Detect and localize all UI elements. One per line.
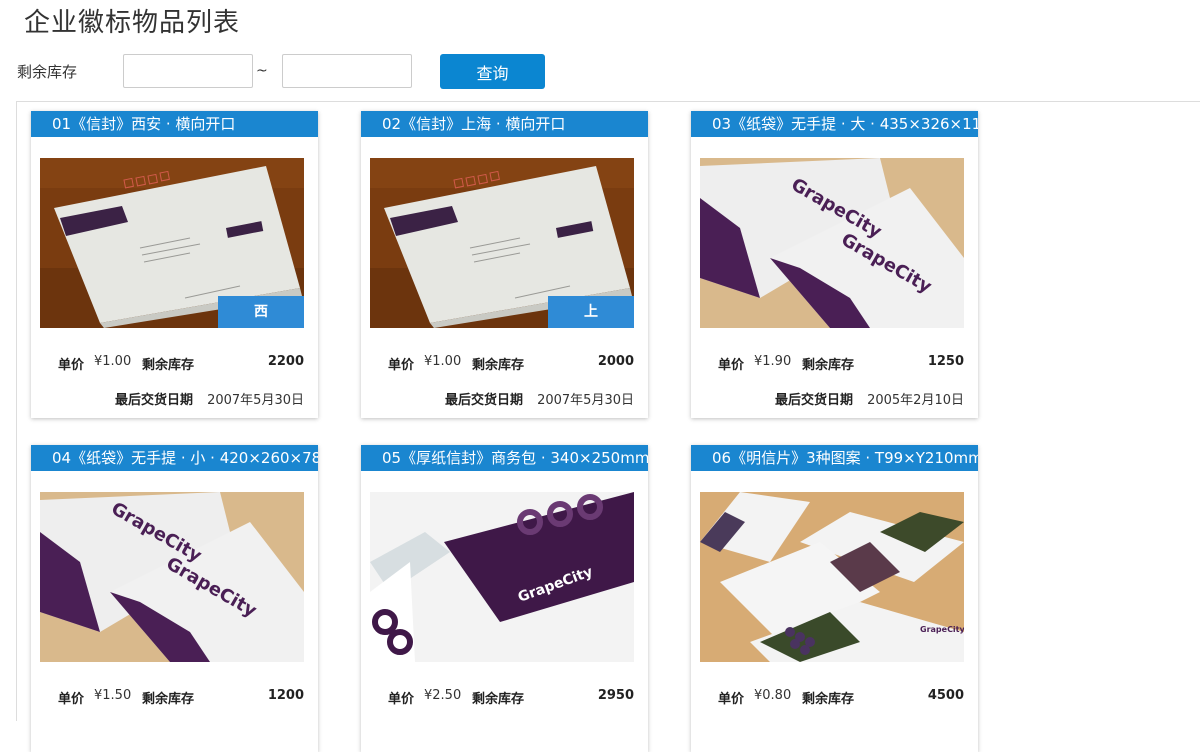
product-card[interactable]: 03《纸袋》无手提 · 大 · 435×326×11 GrapeCity Gra…	[691, 111, 978, 418]
product-image-paper-bag[interactable]: GrapeCity GrapeCity	[700, 158, 964, 328]
product-image-postcards[interactable]: GrapeCity	[700, 492, 964, 662]
stock-label: 剩余库存	[142, 358, 195, 373]
last-delivery-label: 最后交货日期	[775, 393, 854, 408]
stock-value: 2950	[597, 688, 634, 703]
product-card[interactable]: 02《信封》上海 · 横向开口 上 单价 ¥1.00 剩余库存 2000 最后交…	[361, 111, 648, 418]
last-delivery-label: 最后交货日期	[115, 393, 194, 408]
stock-value: 2000	[597, 354, 634, 369]
product-title[interactable]: 03《纸袋》无手提 · 大 · 435×326×11	[691, 111, 978, 137]
price-label: 单价	[388, 358, 415, 373]
price-value: ¥1.00	[424, 354, 462, 369]
product-card[interactable]: 04《纸袋》无手提 · 小 · 420×260×78 GrapeCity Gra…	[31, 445, 318, 752]
stock-value: 2200	[267, 354, 304, 369]
product-card[interactable]: 01《信封》西安 · 横向开口 西 单价 ¥1.00 剩余库存 2200 最后交…	[31, 111, 318, 418]
stock-label: 剩余库存	[802, 358, 855, 373]
product-image-envelope[interactable]: 西 安	[40, 158, 304, 328]
paper-bag-photo: GrapeCity GrapeCity	[700, 158, 964, 328]
price-label: 单价	[58, 692, 85, 707]
price-value: ¥2.50	[424, 688, 462, 703]
stock-filter-label: 剩余库存	[17, 63, 78, 81]
last-delivery-label: 最后交货日期	[445, 393, 524, 408]
page-title: 企业徽标物品列表	[24, 8, 241, 38]
product-title[interactable]: 06《明信片》3种图案 · T99×Y210mm	[691, 445, 978, 471]
product-card[interactable]: 06《明信片》3种图案 · T99×Y210mm GrapeCity 单价 ¥0…	[691, 445, 978, 752]
stock-max-input[interactable]	[282, 54, 412, 88]
price-value: ¥1.00	[94, 354, 132, 369]
last-delivery-value: 2007年5月30日	[537, 393, 634, 408]
product-image-thick-envelope[interactable]: GrapeCity	[370, 492, 634, 662]
last-delivery-value: 2007年5月30日	[207, 393, 304, 408]
price-label: 单价	[718, 692, 745, 707]
price-value: ¥1.50	[94, 688, 132, 703]
city-badge: 上 海	[548, 296, 634, 328]
stock-label: 剩余库存	[142, 692, 195, 707]
price-label: 单价	[388, 692, 415, 707]
price-value: ¥0.80	[754, 688, 792, 703]
product-card[interactable]: 05《厚纸信封》商务包 · 340×250mm GrapeCity 单价 ¥2.…	[361, 445, 648, 752]
stock-label: 剩余库存	[472, 692, 525, 707]
query-button[interactable]: 查询	[440, 54, 545, 89]
product-title[interactable]: 05《厚纸信封》商务包 · 340×250mm	[361, 445, 648, 471]
postcards-photo: GrapeCity	[700, 492, 964, 662]
last-delivery-value: 2005年2月10日	[867, 393, 964, 408]
product-grid: 01《信封》西安 · 横向开口 西 单价 ¥1.00 剩余库存 2200 最后交…	[16, 101, 1200, 752]
product-image-envelope[interactable]: 上 海	[370, 158, 634, 328]
city-badge: 西 安	[218, 296, 304, 328]
range-separator: ~	[256, 63, 268, 79]
stock-value: 1200	[267, 688, 304, 703]
product-title[interactable]: 04《纸袋》无手提 · 小 · 420×260×78	[31, 445, 318, 471]
stock-value: 4500	[927, 688, 964, 703]
stock-value: 1250	[927, 354, 964, 369]
stock-label: 剩余库存	[472, 358, 525, 373]
thick-envelope-photo: GrapeCity	[370, 492, 634, 662]
price-label: 单价	[58, 358, 85, 373]
product-title[interactable]: 02《信封》上海 · 横向开口	[361, 111, 648, 137]
svg-text:GrapeCity: GrapeCity	[920, 625, 964, 634]
product-image-paper-bag[interactable]: GrapeCity GrapeCity	[40, 492, 304, 662]
paper-bag-photo: GrapeCity GrapeCity	[40, 492, 304, 662]
stock-label: 剩余库存	[802, 692, 855, 707]
product-title[interactable]: 01《信封》西安 · 横向开口	[31, 111, 318, 137]
price-label: 单价	[718, 358, 745, 373]
stock-min-input[interactable]	[123, 54, 253, 88]
price-value: ¥1.90	[754, 354, 792, 369]
